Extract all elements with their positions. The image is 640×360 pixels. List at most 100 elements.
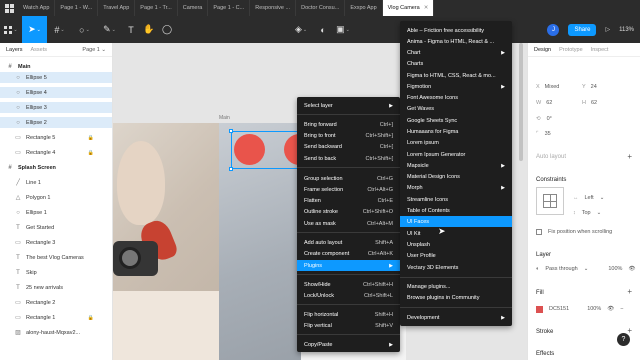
plugin-item[interactable]: Material Design Icons (400, 171, 512, 182)
menu-item-flip-vertical[interactable]: Flip vertical Shift+V (297, 320, 400, 331)
fill-row[interactable]: DC5151 100% 👁 − (536, 306, 623, 313)
comment-tool-icon[interactable]: ◯ (158, 16, 176, 43)
plugin-item[interactable]: Mapsicle ▶ (400, 160, 512, 171)
plugin-item-browse[interactable]: Browse plugins in Community (400, 292, 512, 303)
resize-handle[interactable] (229, 129, 233, 133)
present-icon[interactable]: ▷ (605, 26, 610, 33)
menu-item-bring-to-front[interactable]: Bring to front Ctrl+Shift+] (297, 130, 400, 141)
x-field[interactable]: X Mixed (536, 84, 576, 90)
layer-item[interactable]: ▭ Rectangle 4 🔒 (0, 147, 112, 158)
selection-box[interactable] (231, 131, 301, 169)
plugin-item[interactable]: UI Kit (400, 228, 512, 239)
tab-7[interactable]: Doctor Consu... (296, 0, 346, 16)
layer-item[interactable]: # Main (0, 61, 112, 72)
menu-item-flatten[interactable]: Flatten Ctrl+E (297, 195, 400, 206)
fix-position-checkbox[interactable]: Fix position when scrolling (536, 229, 612, 235)
lock-icon[interactable]: 🔒 (88, 315, 94, 321)
mask-icon[interactable]: ◐ (314, 16, 332, 43)
constraints-widget[interactable] (536, 187, 564, 215)
plugin-item[interactable]: Figma to HTML, CSS, React & mo... (400, 70, 512, 81)
eye-icon[interactable]: 👁 (628, 266, 635, 272)
tab-layers[interactable]: Layers (6, 47, 23, 53)
layer-item[interactable]: ○ Ellipse 2 (0, 117, 112, 128)
hand-tool-icon[interactable]: ✋ (140, 16, 158, 43)
layer-item[interactable]: ▨ alony-haust-Mqxav2... (0, 327, 112, 338)
submenu-scrollbar[interactable] (519, 43, 523, 161)
help-button[interactable]: ? (617, 333, 630, 346)
layer-item[interactable]: T The best Vlog Cameras (0, 252, 112, 263)
fill-hex[interactable]: DC5151 (549, 306, 569, 313)
menu-item-select-layer[interactable]: Select layer ▶ (297, 100, 400, 111)
menu-item-copy-paste[interactable]: Copy/Paste ▶ (297, 339, 400, 350)
plugin-item[interactable]: Figmotion ▶ (400, 81, 512, 92)
menu-item-group-selection[interactable]: Group selection Ctrl+G (297, 173, 400, 184)
close-tab-icon[interactable]: ✕ (424, 5, 429, 11)
resize-handle[interactable] (229, 167, 233, 171)
plugin-item[interactable]: Chart ▶ (400, 47, 512, 58)
plugin-item[interactable]: Morph ▶ (400, 182, 512, 193)
plugin-item[interactable]: Able – Friction free accessibility (400, 25, 512, 36)
tab-assets[interactable]: Assets (31, 47, 48, 53)
plugin-item[interactable]: Charts (400, 58, 512, 69)
menu-item-lock-unlock[interactable]: Lock/Unlock Ctrl+Shift+L (297, 290, 400, 301)
plugin-item[interactable]: Humaaans for Figma (400, 126, 512, 137)
menu-item-add-auto-layout[interactable]: Add auto layout Shift+A (297, 237, 400, 248)
plugin-item[interactable]: Lorem Ipsum Generator (400, 149, 512, 160)
menu-item-plugins[interactable]: Plugins ▶ (297, 260, 400, 271)
layer-item[interactable]: ╱ Line 1 (0, 177, 112, 188)
plugin-item[interactable]: Vectary 3D Elements (400, 262, 512, 273)
layer-item[interactable]: ▭ Rectangle 3 (0, 237, 112, 248)
layer-item[interactable]: T Skip (0, 267, 112, 278)
text-tool-icon[interactable]: T (122, 16, 140, 43)
plugin-item-manage[interactable]: Manage plugins... (400, 281, 512, 292)
tab-2[interactable]: Travel App (98, 0, 136, 16)
menu-item-flip-horizontal[interactable]: Flip horizontal Shift+H (297, 309, 400, 320)
layer-item[interactable]: ○ Ellipse 3 (0, 102, 112, 113)
tab-1[interactable]: Page 1 - W... (55, 0, 99, 16)
tab-4[interactable]: Camera (178, 0, 209, 16)
layer-opacity[interactable]: 100% (608, 266, 622, 272)
move-tool-icon[interactable]: ➤ ⌄ (22, 16, 47, 43)
shape-tool-icon[interactable]: ○ ⌄ (72, 16, 97, 43)
y-field[interactable]: Y 24 (582, 84, 622, 90)
component-icon[interactable]: ◈ ⌄ (292, 16, 310, 43)
add-fill-icon[interactable]: + (627, 287, 632, 296)
fill-swatch[interactable] (536, 306, 543, 313)
main-menu-icon[interactable]: ⌄ (0, 16, 22, 43)
fill-opacity[interactable]: 100% (587, 306, 601, 313)
add-auto-layout-icon[interactable]: + (627, 152, 632, 161)
layer-item[interactable]: ○ Ellipse 5 (0, 72, 112, 83)
menu-item-show-hide[interactable]: Show/Hide Ctrl+Shift+H (297, 279, 400, 290)
avatar[interactable]: J (547, 23, 560, 36)
menu-item-create-component[interactable]: Create component Ctrl+Alt+K (297, 248, 400, 259)
layer-item[interactable]: △ Polygon 1 (0, 192, 112, 203)
layer-item[interactable]: ▭ Rectangle 1 🔒 (0, 312, 112, 323)
tab-9-active[interactable]: Vlog Camera ✕ (382, 0, 435, 16)
figma-home-icon[interactable] (0, 0, 18, 16)
page-selector[interactable]: Page 1 ⌄ (82, 47, 106, 53)
tab-design[interactable]: Design (534, 47, 551, 53)
zoom-level[interactable]: 113% (619, 27, 634, 33)
layer-item[interactable]: ○ Ellipse 4 (0, 87, 112, 98)
tab-6[interactable]: Responsive ... (250, 0, 297, 16)
layer-item[interactable]: # Splash Screen (0, 162, 112, 173)
checkbox-icon[interactable] (536, 229, 542, 235)
rotation-field[interactable]: ⟲ 0° (536, 116, 552, 122)
plugin-item[interactable]: Unsplash (400, 239, 512, 250)
layer-item[interactable]: ▭ Rectangle 2 (0, 297, 112, 308)
plugin-item-development[interactable]: Development ▶ (400, 312, 512, 323)
menu-item-outline-stroke[interactable]: Outline stroke Ctrl+Shift+O (297, 206, 400, 217)
tab-5[interactable]: Page 1 - C... (208, 0, 251, 16)
pen-tool-icon[interactable]: ✎ ⌄ (97, 16, 122, 43)
plugin-item[interactable]: Anima - Figma to HTML, React & ... (400, 36, 512, 47)
frame-tool-icon[interactable]: # ⌄ (47, 16, 72, 43)
tab-3[interactable]: Page 1 - Tr... (135, 0, 178, 16)
h-field[interactable]: H 62 (582, 100, 622, 106)
menu-item-send-backward[interactable]: Send backward Ctrl+[ (297, 141, 400, 152)
plugin-item[interactable]: Lorem ipsum (400, 137, 512, 148)
menu-item-use-as-mask[interactable]: Use as mask Ctrl+Alt+M (297, 218, 400, 229)
blend-mode-select[interactable]: ◐ Pass through ⌄ 100% 👁 (536, 266, 635, 272)
layer-item[interactable]: T Get Started (0, 222, 112, 233)
w-field[interactable]: W 62 (536, 100, 576, 106)
frame-label[interactable]: Main (219, 115, 230, 121)
